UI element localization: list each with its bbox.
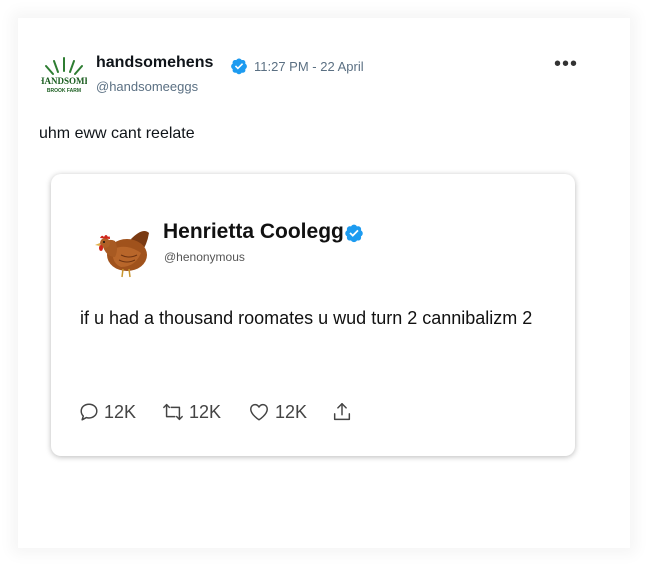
tweet-text: uhm eww cant reelate (39, 125, 195, 142)
verified-badge-icon (231, 58, 247, 75)
user-handle[interactable]: @handsomeeggs (96, 79, 198, 94)
share-icon (333, 403, 351, 421)
heart-icon (250, 403, 268, 421)
handsome-brook-farm-logo[interactable]: HANDSOME BROOK FARM (41, 54, 87, 96)
reply-icon (80, 403, 98, 421)
logo-text-top: HANDSOME (41, 76, 87, 86)
like-count: 12K (275, 401, 308, 422)
quoted-tweet-text: if u had a thousand roomates u wud turn … (80, 308, 533, 328)
more-dots-icon[interactable]: ••• (551, 54, 581, 74)
tweet-timestamp[interactable]: 11:27 PM - 22 April (254, 59, 364, 74)
verified-badge-icon (345, 224, 363, 243)
quoted-user-handle[interactable]: @henonymous (164, 250, 245, 264)
hen-avatar[interactable] (91, 219, 153, 281)
like-button[interactable]: 12K (247, 400, 307, 424)
retweet-count: 12K (189, 401, 222, 422)
reply-count: 12K (104, 401, 137, 422)
quoted-display-name[interactable]: Henrietta Coolegg (163, 220, 344, 244)
logo-text-bottom: BROOK FARM (47, 88, 81, 94)
reply-button[interactable]: 12K (78, 400, 136, 424)
retweet-button[interactable]: 12K (161, 400, 221, 424)
display-name[interactable]: handsomehens (96, 54, 213, 72)
share-button[interactable] (331, 400, 353, 424)
retweet-icon (163, 403, 183, 421)
